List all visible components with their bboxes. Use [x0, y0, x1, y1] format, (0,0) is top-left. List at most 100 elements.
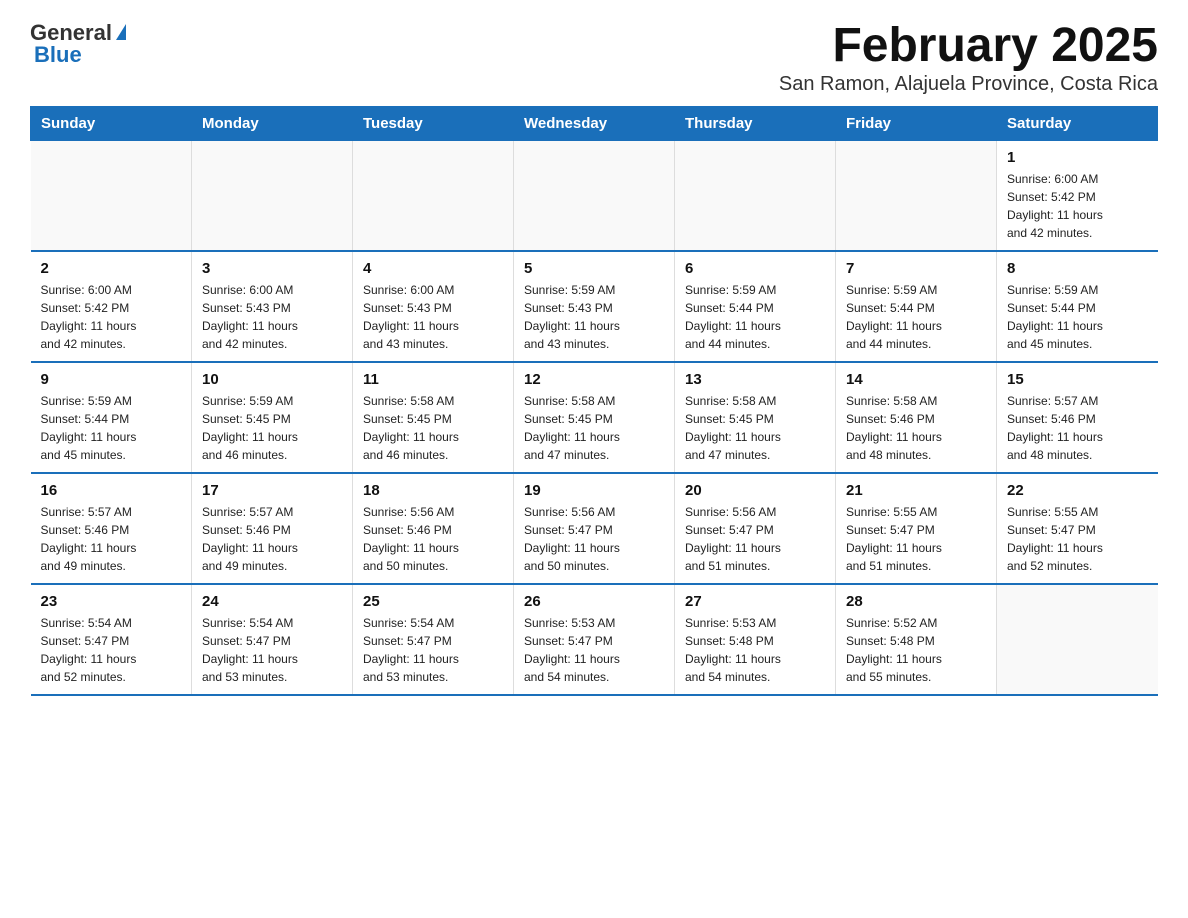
- calendar-week-1: 1 Sunrise: 6:00 AMSunset: 5:42 PMDaylight…: [31, 140, 1158, 251]
- calendar-cell: [514, 140, 675, 251]
- day-info: Sunrise: 5:59 AMSunset: 5:44 PMDaylight:…: [685, 281, 825, 353]
- day-info: Sunrise: 5:58 AMSunset: 5:45 PMDaylight:…: [685, 392, 825, 464]
- day-number: 2: [41, 260, 182, 277]
- day-number: 22: [1007, 482, 1148, 499]
- day-number: 6: [685, 260, 825, 277]
- day-info: Sunrise: 5:57 AMSunset: 5:46 PMDaylight:…: [1007, 392, 1148, 464]
- calendar-cell: 13 Sunrise: 5:58 AMSunset: 5:45 PMDayligh…: [675, 362, 836, 473]
- day-info: Sunrise: 5:52 AMSunset: 5:48 PMDaylight:…: [846, 614, 986, 686]
- day-info: Sunrise: 5:55 AMSunset: 5:47 PMDaylight:…: [846, 503, 986, 575]
- calendar-cell: 28 Sunrise: 5:52 AMSunset: 5:48 PMDayligh…: [836, 584, 997, 695]
- calendar-cell: 10 Sunrise: 5:59 AMSunset: 5:45 PMDayligh…: [192, 362, 353, 473]
- day-info: Sunrise: 5:59 AMSunset: 5:45 PMDaylight:…: [202, 392, 342, 464]
- day-info: Sunrise: 5:56 AMSunset: 5:46 PMDaylight:…: [363, 503, 503, 575]
- day-number: 17: [202, 482, 342, 499]
- day-info: Sunrise: 5:53 AMSunset: 5:48 PMDaylight:…: [685, 614, 825, 686]
- calendar-cell: 5 Sunrise: 5:59 AMSunset: 5:43 PMDaylight…: [514, 251, 675, 362]
- day-number: 21: [846, 482, 986, 499]
- day-number: 14: [846, 371, 986, 388]
- day-info: Sunrise: 5:59 AMSunset: 5:44 PMDaylight:…: [846, 281, 986, 353]
- calendar-cell: 25Sunrise: 5:54 AMSunset: 5:47 PMDayligh…: [353, 584, 514, 695]
- day-info: Sunrise: 5:57 AMSunset: 5:46 PMDaylight:…: [202, 503, 342, 575]
- calendar-cell: [192, 140, 353, 251]
- day-number: 27: [685, 593, 825, 610]
- day-number: 28: [846, 593, 986, 610]
- calendar-cell: 27 Sunrise: 5:53 AMSunset: 5:48 PMDayligh…: [675, 584, 836, 695]
- calendar-cell: 15Sunrise: 5:57 AMSunset: 5:46 PMDayligh…: [997, 362, 1158, 473]
- day-number: 10: [202, 371, 342, 388]
- day-info: Sunrise: 6:00 AMSunset: 5:42 PMDaylight:…: [1007, 170, 1148, 242]
- day-number: 20: [685, 482, 825, 499]
- day-info: Sunrise: 5:59 AMSunset: 5:44 PMDaylight:…: [1007, 281, 1148, 353]
- day-number: 1: [1007, 149, 1148, 166]
- day-info: Sunrise: 5:59 AMSunset: 5:44 PMDaylight:…: [41, 392, 182, 464]
- calendar-week-2: 2 Sunrise: 6:00 AMSunset: 5:42 PMDaylight…: [31, 251, 1158, 362]
- calendar-cell: 14 Sunrise: 5:58 AMSunset: 5:46 PMDayligh…: [836, 362, 997, 473]
- weekday-header-monday: Monday: [192, 106, 353, 140]
- day-info: Sunrise: 5:54 AMSunset: 5:47 PMDaylight:…: [202, 614, 342, 686]
- calendar-cell: [836, 140, 997, 251]
- day-number: 26: [524, 593, 664, 610]
- calendar-cell: 6 Sunrise: 5:59 AMSunset: 5:44 PMDaylight…: [675, 251, 836, 362]
- day-number: 8: [1007, 260, 1148, 277]
- day-info: Sunrise: 5:58 AMSunset: 5:45 PMDaylight:…: [363, 392, 503, 464]
- day-number: 12: [524, 371, 664, 388]
- calendar-cell: 26 Sunrise: 5:53 AMSunset: 5:47 PMDayligh…: [514, 584, 675, 695]
- calendar-cell: 2 Sunrise: 6:00 AMSunset: 5:42 PMDaylight…: [31, 251, 192, 362]
- calendar-cell: 3 Sunrise: 6:00 AMSunset: 5:43 PMDaylight…: [192, 251, 353, 362]
- day-number: 13: [685, 371, 825, 388]
- calendar-cell: [353, 140, 514, 251]
- day-info: Sunrise: 5:58 AMSunset: 5:45 PMDaylight:…: [524, 392, 664, 464]
- calendar-cell: 17 Sunrise: 5:57 AMSunset: 5:46 PMDayligh…: [192, 473, 353, 584]
- calendar-cell: 24 Sunrise: 5:54 AMSunset: 5:47 PMDayligh…: [192, 584, 353, 695]
- calendar-cell: 18 Sunrise: 5:56 AMSunset: 5:46 PMDayligh…: [353, 473, 514, 584]
- title-block: February 2025 San Ramon, Alajuela Provin…: [779, 20, 1158, 96]
- calendar-cell: 11 Sunrise: 5:58 AMSunset: 5:45 PMDayligh…: [353, 362, 514, 473]
- day-number: 18: [363, 482, 503, 499]
- calendar-cell: 8 Sunrise: 5:59 AMSunset: 5:44 PMDaylight…: [997, 251, 1158, 362]
- calendar-table: SundayMondayTuesdayWednesdayThursdayFrid…: [30, 106, 1158, 696]
- calendar-week-5: 23Sunrise: 5:54 AMSunset: 5:47 PMDayligh…: [31, 584, 1158, 695]
- calendar-cell: 7 Sunrise: 5:59 AMSunset: 5:44 PMDaylight…: [836, 251, 997, 362]
- day-info: Sunrise: 5:56 AMSunset: 5:47 PMDaylight:…: [524, 503, 664, 575]
- day-number: 24: [202, 593, 342, 610]
- day-info: Sunrise: 5:56 AMSunset: 5:47 PMDaylight:…: [685, 503, 825, 575]
- day-number: 3: [202, 260, 342, 277]
- logo-blue: Blue: [34, 42, 82, 68]
- calendar-week-3: 9 Sunrise: 5:59 AMSunset: 5:44 PMDaylight…: [31, 362, 1158, 473]
- day-info: Sunrise: 5:53 AMSunset: 5:47 PMDaylight:…: [524, 614, 664, 686]
- calendar-cell: 19Sunrise: 5:56 AMSunset: 5:47 PMDayligh…: [514, 473, 675, 584]
- day-number: 16: [41, 482, 182, 499]
- calendar-cell: 1 Sunrise: 6:00 AMSunset: 5:42 PMDaylight…: [997, 140, 1158, 251]
- weekday-header-thursday: Thursday: [675, 106, 836, 140]
- day-info: Sunrise: 6:00 AMSunset: 5:43 PMDaylight:…: [363, 281, 503, 353]
- day-number: 5: [524, 260, 664, 277]
- calendar-cell: 20 Sunrise: 5:56 AMSunset: 5:47 PMDayligh…: [675, 473, 836, 584]
- weekday-header-friday: Friday: [836, 106, 997, 140]
- calendar-cell: 9 Sunrise: 5:59 AMSunset: 5:44 PMDaylight…: [31, 362, 192, 473]
- logo: General Blue: [30, 20, 126, 68]
- weekday-header-sunday: Sunday: [31, 106, 192, 140]
- weekday-header-wednesday: Wednesday: [514, 106, 675, 140]
- day-number: 9: [41, 371, 182, 388]
- day-info: Sunrise: 5:57 AMSunset: 5:46 PMDaylight:…: [41, 503, 182, 575]
- day-info: Sunrise: 5:54 AMSunset: 5:47 PMDaylight:…: [363, 614, 503, 686]
- day-info: Sunrise: 5:58 AMSunset: 5:46 PMDaylight:…: [846, 392, 986, 464]
- weekday-header-tuesday: Tuesday: [353, 106, 514, 140]
- day-info: Sunrise: 5:54 AMSunset: 5:47 PMDaylight:…: [41, 614, 182, 686]
- calendar-cell: [31, 140, 192, 251]
- day-number: 7: [846, 260, 986, 277]
- weekday-header-saturday: Saturday: [997, 106, 1158, 140]
- calendar-cell: 22Sunrise: 5:55 AMSunset: 5:47 PMDayligh…: [997, 473, 1158, 584]
- calendar-cell: 21 Sunrise: 5:55 AMSunset: 5:47 PMDayligh…: [836, 473, 997, 584]
- day-info: Sunrise: 6:00 AMSunset: 5:43 PMDaylight:…: [202, 281, 342, 353]
- calendar-cell: 23Sunrise: 5:54 AMSunset: 5:47 PMDayligh…: [31, 584, 192, 695]
- calendar-subtitle: San Ramon, Alajuela Province, Costa Rica: [779, 73, 1158, 96]
- day-info: Sunrise: 5:59 AMSunset: 5:43 PMDaylight:…: [524, 281, 664, 353]
- page-header: General Blue February 2025 San Ramon, Al…: [30, 20, 1158, 96]
- day-number: 4: [363, 260, 503, 277]
- calendar-cell: 4 Sunrise: 6:00 AMSunset: 5:43 PMDaylight…: [353, 251, 514, 362]
- day-info: Sunrise: 6:00 AMSunset: 5:42 PMDaylight:…: [41, 281, 182, 353]
- calendar-cell: 16 Sunrise: 5:57 AMSunset: 5:46 PMDayligh…: [31, 473, 192, 584]
- day-number: 11: [363, 371, 503, 388]
